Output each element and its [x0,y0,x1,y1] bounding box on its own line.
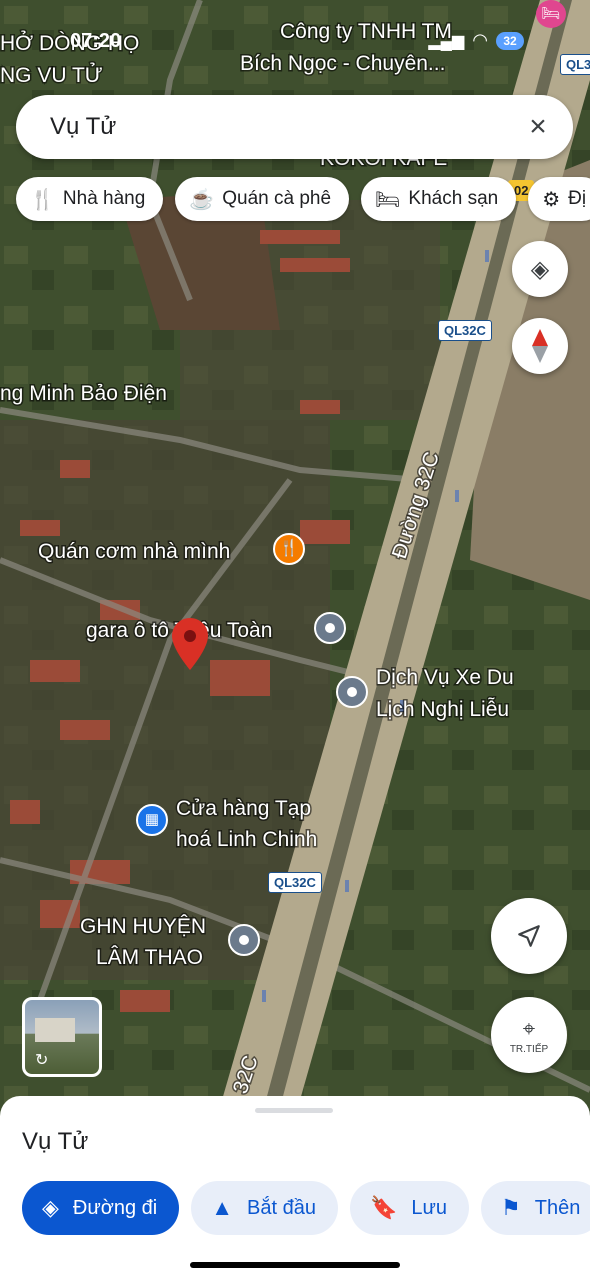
action-buttons: ◈ Đường đi ▲ Bắt đầu 🔖 Lưu ⚑ Thên [22,1181,590,1235]
location-search-icon: ⌖ [522,1015,536,1041]
save-button[interactable]: 🔖 Lưu [349,1181,470,1235]
chip-coffee[interactable]: ☕ Quán cà phê [175,177,350,221]
status-icons: ▂▄▆ ◠ 32 [428,30,524,51]
chip-attractions[interactable]: ⚙ Đị [528,177,590,221]
restaurant-icon: 🍴 [30,188,55,211]
bookmark-icon: 🔖 [369,1195,398,1220]
navigation-arrow-icon [518,925,540,947]
chip-hotels[interactable]: 🛏 Khách sạn [361,177,517,221]
directions-label: Đường đi [72,1196,158,1219]
directions-button[interactable]: ◈ Đường đi [22,1181,180,1235]
shop-poi-icon[interactable]: ▦ [136,804,168,836]
dich-vu-poi-icon[interactable] [336,676,368,708]
road-shield-ql32c: QL32C [268,872,322,893]
flag-icon: ⚑ [501,1195,521,1220]
my-location-button[interactable] [491,898,567,974]
place-bottom-sheet[interactable]: Vụ Tử ◈ Đường đi ▲ Bắt đầu 🔖 Lưu ⚑ Thên [0,1096,590,1280]
wifi-icon: ◠ [472,30,488,50]
home-indicator [190,1262,400,1268]
ghn-poi-icon[interactable] [228,924,260,956]
explore-next-button[interactable]: ⌖ TR.TIẾP [491,997,567,1073]
directions-icon: ◈ [42,1195,59,1220]
selected-location-pin[interactable] [172,618,208,675]
category-chips: 🍴 Nhà hàng ☕ Quán cà phê 🛏 Khách sạn ⚙ Đ… [16,177,590,221]
signal-icon: ▂▄▆ [428,32,465,50]
street-view-icon: ↻ [35,1052,49,1069]
compass-icon [532,329,548,363]
house-image [35,1018,75,1042]
navigation-arrow-icon: ▲ [211,1195,234,1220]
attraction-icon: ⚙ [542,188,561,211]
next-label: TR.TIẾP [509,1043,549,1055]
chip-restaurants[interactable]: 🍴 Nhà hàng [16,177,164,221]
battery-icon: 32 [496,31,524,50]
add-button[interactable]: ⚑ Thên [481,1181,590,1235]
hotel-poi-icon[interactable]: 🛏 [536,0,566,28]
place-title: Vụ Tử [22,1128,89,1155]
close-icon[interactable]: × [523,112,553,142]
search-input[interactable]: Vụ Tử [50,113,116,141]
add-label: Thên [534,1196,581,1219]
drag-handle[interactable] [255,1108,333,1113]
chip-label: Nhà hàng [62,188,146,209]
coffee-icon: ☕ [189,188,215,211]
chip-label: Đị [568,188,587,209]
save-label: Lưu [411,1196,448,1219]
start-button[interactable]: ▲ Bắt đầu [191,1181,338,1235]
start-label: Bắt đầu [247,1196,316,1219]
gara-poi-icon[interactable] [314,612,346,644]
status-time: 07:20 [70,30,122,52]
road-shield-ql32c: QL32C [438,320,492,341]
layers-icon: ◈ [530,255,550,283]
restaurant-poi-icon[interactable]: 🍴 [273,533,305,565]
compass-button[interactable] [512,318,568,374]
road-shield-ql3: QL3 [560,54,590,75]
layers-button[interactable]: ◈ [512,241,568,297]
chip-label: Quán cà phê [222,188,332,209]
search-bar[interactable]: Vụ Tử × [16,95,573,159]
hotel-icon: 🛏 [375,188,401,211]
chip-label: Khách sạn [408,188,499,209]
street-view-thumbnail[interactable]: ↻ [22,997,102,1077]
